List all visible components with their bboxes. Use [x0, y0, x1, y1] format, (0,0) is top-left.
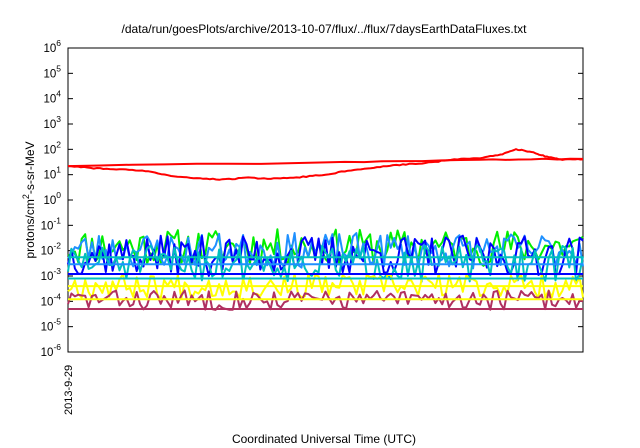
y-tick-label: 106	[43, 38, 61, 55]
y-tick-label: 10-3	[41, 266, 62, 283]
chart-title: /data/run/goesPlots/archive/2013-10-07/f…	[122, 22, 528, 36]
x-tick-label-date: 2013-9-29	[63, 365, 75, 415]
y-tick-label: 101	[43, 165, 61, 182]
y-tick-label: 10-5	[41, 317, 62, 334]
y-tick-label: 100	[43, 190, 61, 207]
y-axis-ticks: 106 105 104 103 102 101 100 10-1 10-2 10-3 10-4 10-…	[41, 38, 583, 359]
series-line-1	[67, 157, 584, 168]
y-axis-label-suffix: -s-sr-MeV	[23, 141, 37, 194]
plot-area: 106 105 104 103 102 101 100 10-1 10-2 10-3 10-4 10-…	[41, 38, 584, 359]
y-tick-label: 10-1	[41, 215, 62, 232]
y-tick-label: 103	[43, 114, 61, 131]
y-tick-label: 105	[43, 63, 61, 80]
svg-text:protons/cm2-s-sr-MeV: protons/cm2-s-sr-MeV	[21, 141, 37, 258]
y-axis-label-prefix: protons/cm	[23, 199, 37, 258]
flux-chart: /data/run/goesPlots/archive/2013-10-07/f…	[21, 22, 584, 446]
y-tick-label: 104	[43, 89, 61, 106]
y-tick-label: 10-4	[41, 291, 62, 308]
x-axis-title: Coordinated Universal Time (UTC)	[232, 432, 416, 446]
y-tick-label: 10-6	[41, 342, 62, 359]
y-axis-title: protons/cm2-s-sr-MeV	[21, 141, 37, 258]
y-tick-label: 10-2	[41, 241, 62, 258]
y-tick-label: 102	[43, 139, 61, 156]
series-layer	[67, 148, 584, 311]
